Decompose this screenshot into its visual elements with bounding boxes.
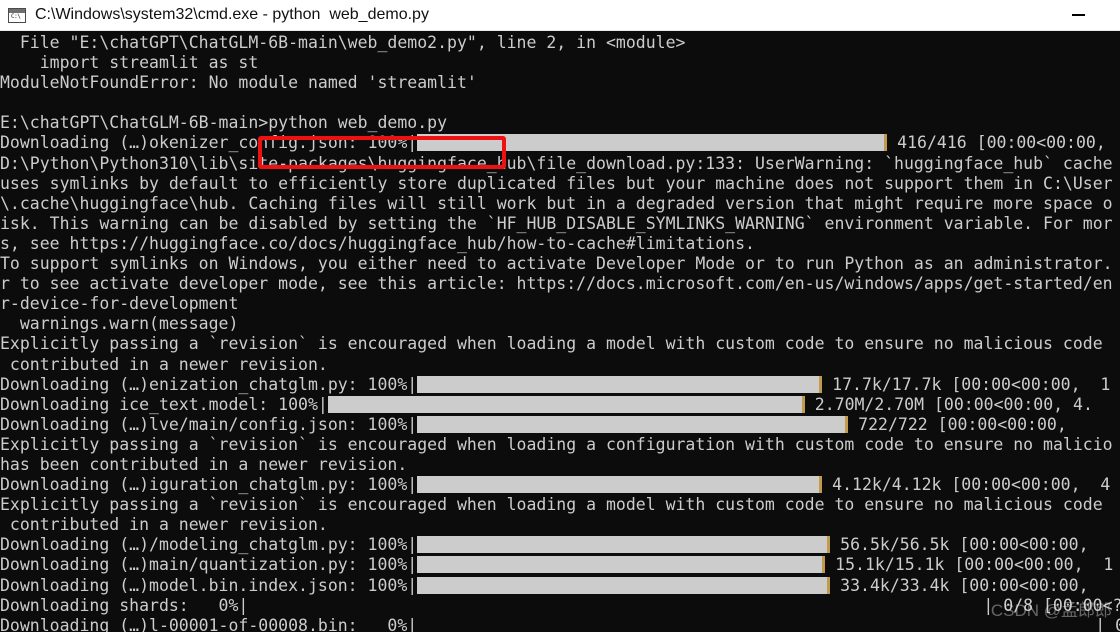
console-line: To support symlinks on Windows, you eith… [0, 254, 1120, 274]
console-line: Downloading (…)iguration_chatglm.py: 100… [0, 475, 1120, 495]
window-titlebar[interactable]: C:\ C:\Windows\system32\cmd.exe - python… [0, 0, 1120, 31]
console-line: Downloading (…)l-00001-of-00008.bin: 0%|… [0, 616, 1120, 632]
download-progress-bar [417, 536, 828, 554]
console-line: ModuleNotFoundError: No module named 'st… [0, 73, 1120, 93]
console-line-text: uses symlinks by default to efficiently … [0, 173, 1113, 193]
cmd-icon-prompt: C:\ [11, 12, 21, 20]
cmd-icon-bar [9, 8, 25, 13]
console-line: Downloading (…)model.bin.index.json: 100… [0, 576, 1120, 596]
console-line: File "E:\chatGPT\ChatGLM-6B-main\web_dem… [0, 33, 1120, 53]
console-line-text: r to see activate developer mode, see th… [0, 274, 1113, 294]
console-line-text: \.cache\huggingface\hub. Caching files w… [0, 193, 1113, 213]
console-line-text: Downloading (…)model.bin.index.json: 100… [0, 575, 418, 595]
console-line-text: s, see https://huggingface.co/docs/huggi… [0, 233, 755, 253]
console-line-text: Explicitly passing a `revision` is encou… [0, 495, 1103, 515]
download-progress-stats: 722/722 [00:00<00:00, [848, 414, 1067, 434]
console-line-text: Downloading ice_text.model: 100%| [0, 394, 328, 414]
download-progress-stats: 33.4k/33.4k [00:00<00:00, [830, 575, 1089, 595]
minimize-icon [1071, 14, 1085, 16]
download-progress-bar [417, 375, 820, 393]
console-line: s, see https://huggingface.co/docs/huggi… [0, 234, 1120, 254]
console-line-text: import streamlit as st [0, 53, 259, 73]
console-line: Downloading shards: 0%| | 0/8 [00:00<?, [0, 596, 1120, 616]
console-line: Downloading (…)/modeling_chatglm.py: 100… [0, 535, 1120, 555]
download-progress-stats: 2.70M/2.70M [00:00<00:00, 4. [804, 394, 1093, 414]
console-line: Downloading (…)enization_chatglm.py: 100… [0, 375, 1120, 395]
download-progress-bar [417, 476, 820, 494]
console-line-text: Downloading (…)iguration_chatglm.py: 100… [0, 475, 418, 495]
download-progress-bar [417, 134, 885, 152]
console-line-text: File "E:\chatGPT\ChatGLM-6B-main\web_dem… [0, 33, 686, 52]
minimize-button[interactable] [1060, 0, 1096, 30]
download-progress-stats: 4.12k/4.12k [00:00<00:00, 4 [822, 475, 1111, 495]
console-line: contributed in a newer revision. [0, 515, 1120, 535]
console-line-text: Downloading (…)l-00001-of-00008.bin: 0%| [0, 615, 418, 632]
console-line-text: E:\chatGPT\ChatGLM-6B-main>python web_de… [0, 113, 448, 133]
cmd-console-icon: C:\ [8, 7, 26, 23]
download-progress-bar [417, 415, 846, 433]
console-line-text: r-device-for-development [0, 294, 239, 314]
console-line: Downloading (…)lve/main/config.json: 100… [0, 415, 1120, 435]
download-progress-stats: 15.1k/15.1k [00:00<00:00, 1 [825, 555, 1114, 575]
download-progress-stats: 17.7k/17.7k [00:00<00:00, 1 [822, 374, 1111, 394]
console-line: Explicitly passing a `revision` is encou… [0, 334, 1120, 354]
console-line: Explicitly passing a `revision` is encou… [0, 435, 1120, 455]
console-line-text: D:\Python\Python310\lib\site-packages\hu… [0, 153, 1113, 173]
console-line: D:\Python\Python310\lib\site-packages\hu… [0, 154, 1120, 174]
console-line-text: warnings.warn(message) [0, 314, 239, 334]
console-line-text: ModuleNotFoundError: No module named 'st… [0, 73, 477, 93]
console-line-text: has been contributed in a newer revision… [0, 454, 408, 474]
console-line: \.cache\huggingface\hub. Caching files w… [0, 194, 1120, 214]
console-line-text: Downloading shards: 0%| [0, 595, 249, 615]
console-line-text: Explicitly passing a `revision` is encou… [0, 334, 1103, 354]
console-line: isk. This warning can be disabled by set… [0, 214, 1120, 234]
console-line: Explicitly passing a `revision` is encou… [0, 495, 1120, 515]
console-line: E:\chatGPT\ChatGLM-6B-main>python web_de… [0, 113, 1120, 133]
console-line: r-device-for-development [0, 294, 1120, 314]
csdn-watermark: CSDN @孟郎郎 [990, 601, 1112, 620]
console-line: has been contributed in a newer revision… [0, 455, 1120, 475]
console-line: uses symlinks by default to efficiently … [0, 174, 1120, 194]
window-title: C:\Windows\system32\cmd.exe - python web… [35, 6, 429, 23]
console-lines: File "E:\chatGPT\ChatGLM-6B-main\web_dem… [0, 31, 1120, 632]
console-line-text: Downloading (…)/modeling_chatglm.py: 100… [0, 535, 418, 555]
console-line: Downloading (…)main/quantization.py: 100… [0, 555, 1120, 575]
console-line: r to see activate developer mode, see th… [0, 274, 1120, 294]
console-line-text: contributed in a newer revision. [0, 354, 328, 374]
console-output-area[interactable]: File "E:\chatGPT\ChatGLM-6B-main\web_dem… [0, 31, 1120, 632]
download-progress-bar [417, 556, 823, 574]
console-line-text: Downloading (…)enization_chatglm.py: 100… [0, 374, 418, 394]
console-line-text: Downloading (…)lve/main/config.json: 100… [0, 414, 418, 434]
console-line-text: contributed in a newer revision. [0, 515, 328, 535]
console-line: warnings.warn(message) [0, 314, 1120, 334]
download-progress-bar [327, 395, 802, 413]
console-line-text: isk. This warning can be disabled by set… [0, 213, 1113, 233]
console-line-text: Downloading (…)okenizer_config.json: 100… [0, 133, 418, 153]
console-line: import streamlit as st [0, 53, 1120, 73]
console-line: Downloading (…)okenizer_config.json: 100… [0, 133, 1120, 153]
console-line: contributed in a newer revision. [0, 355, 1120, 375]
download-progress-stats: 416/416 [00:00<00:00, [887, 133, 1106, 153]
console-line-text: Explicitly passing a `revision` is encou… [0, 434, 1113, 454]
download-progress-bar [417, 576, 828, 594]
console-line-text: To support symlinks on Windows, you eith… [0, 254, 1113, 274]
console-line-text: Downloading (…)main/quantization.py: 100… [0, 555, 418, 575]
download-progress-stats: 56.5k/56.5k [00:00<00:00, [830, 535, 1089, 555]
console-line: Downloading ice_text.model: 100%| 2.70M/… [0, 395, 1120, 415]
